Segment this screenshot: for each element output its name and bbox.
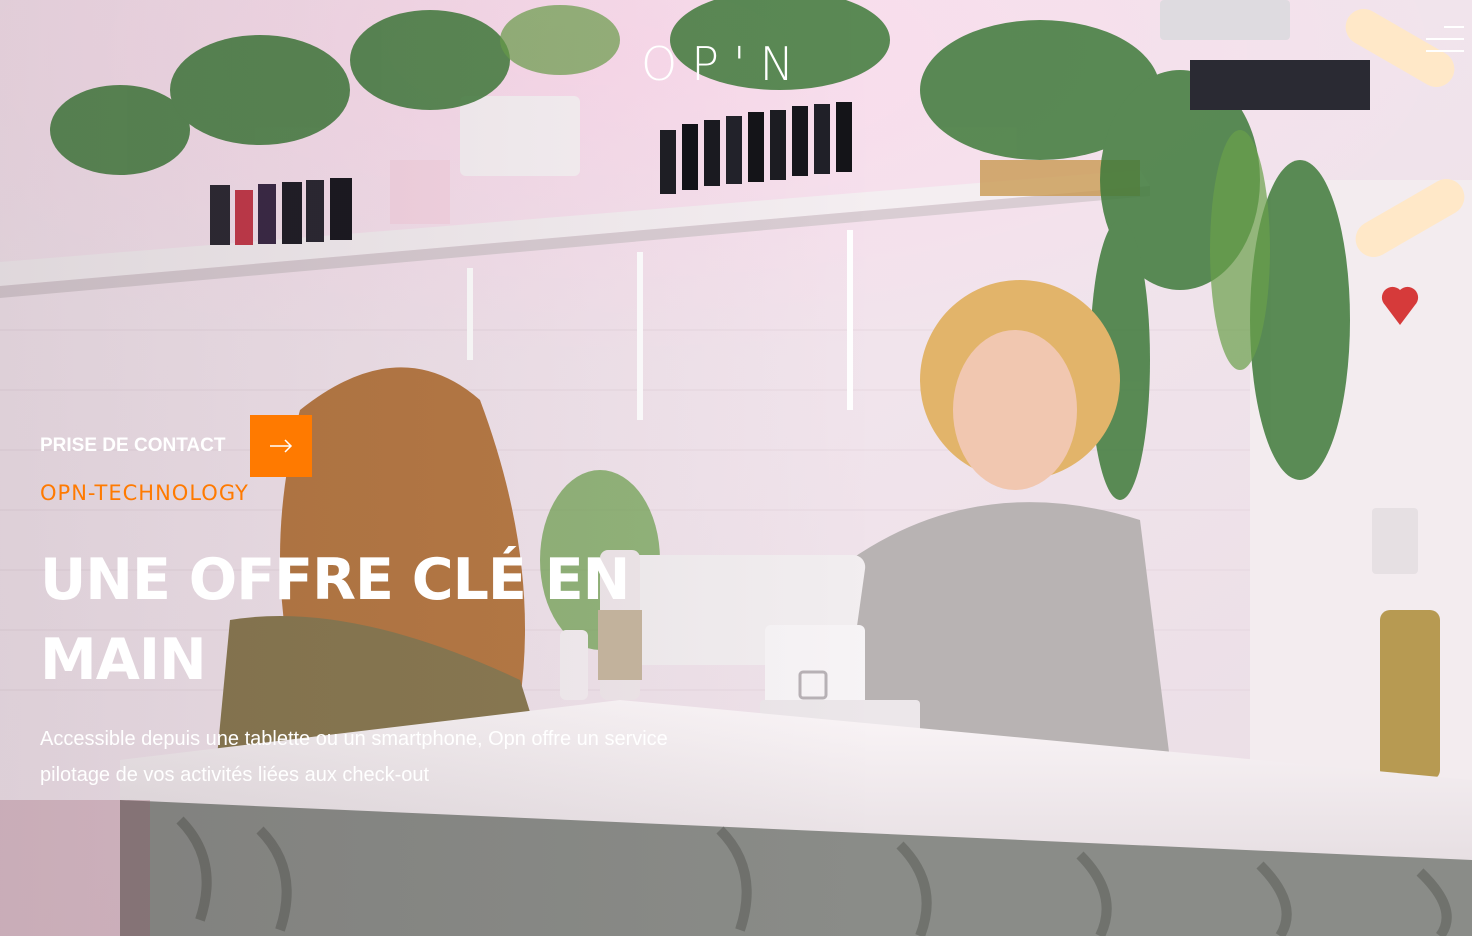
menu-line <box>1426 38 1464 40</box>
contact-label[interactable]: PRISE DE CONTACT <box>40 435 225 457</box>
arrow-right-icon[interactable] <box>250 415 313 477</box>
menu-line <box>1426 50 1464 52</box>
contact-button[interactable]: PRISE DE CONTACT <box>40 415 313 477</box>
hero-headline: UNE OFFRE CLÉ EN MAIN <box>40 547 630 693</box>
hero-description: Accessible depuis une tablette ou un sma… <box>40 728 668 786</box>
menu-line <box>1444 26 1464 28</box>
hero-eyebrow: OPN-TECHNOLOGY <box>40 481 249 505</box>
hero-section: OP'N PRISE DE CONTACT OPN-TECHNOLOGY UNE… <box>0 0 1472 936</box>
site-logo[interactable]: OP'N <box>641 38 808 90</box>
hamburger-menu-icon[interactable] <box>1424 24 1464 56</box>
